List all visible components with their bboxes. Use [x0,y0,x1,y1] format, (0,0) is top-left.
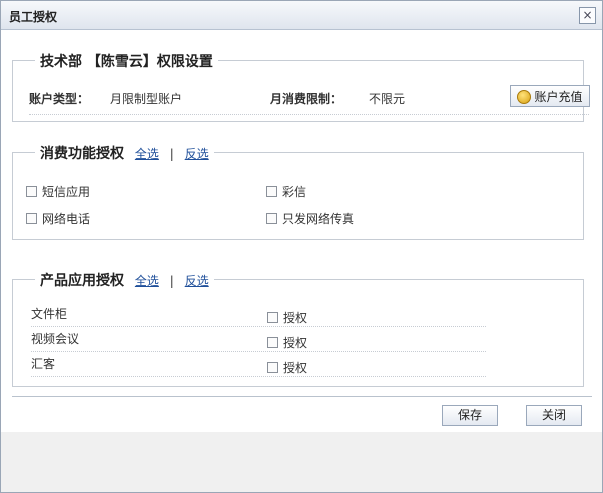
dialog-body: 技术部 【陈雪云】权限设置 账户类型： 月限制型账户 月消费限制： 不限元 账户… [1,31,602,432]
fax-label: 只发网络传真 [282,212,355,226]
account-settings-group: 技术部 【陈雪云】权限设置 账户类型： 月限制型账户 月消费限制： 不限元 账户… [12,51,590,122]
product-row-file-cabinet: 文件柜 授权 [31,303,486,327]
mms-label: 彩信 [282,185,307,199]
product-auth-title: 产品应用授权 [40,273,124,289]
dotted-divider [29,114,589,115]
dialog-title: 员工授权 [9,10,58,24]
product-auth-legend: 产品应用授权 全选 | 反选 [35,270,214,290]
auth-checkbox[interactable] [267,312,278,323]
recharge-button-label: 账户充值 [534,89,583,104]
footer-divider [12,396,592,397]
sms-checkbox[interactable] [26,186,37,197]
consume-auth-group: 消费功能授权 全选 | 反选 短信应用 彩信 网络电话 只发网络传真 [12,143,584,240]
close-button[interactable]: 关闭 [526,405,582,426]
product-auth-group: 产品应用授权 全选 | 反选 文件柜 授权 视频会议 授权 汇客 授权 [12,270,584,387]
link-separator: | [169,274,174,288]
account-type-label: 账户类型： [29,92,90,106]
product-row-video-meeting: 视频会议 授权 [31,328,486,352]
employee-auth-dialog: 员工授权 × 技术部 【陈雪云】权限设置 账户类型： 月限制型账户 月消费限制：… [0,0,603,493]
product-auth-toggle[interactable]: 授权 [267,334,307,351]
product-auth-toggle[interactable]: 授权 [267,359,307,376]
product-select-all-link[interactable]: 全选 [135,274,159,288]
auth-label: 授权 [283,311,308,325]
product-name: 汇客 [31,357,56,371]
consume-item-sms[interactable]: 短信应用 [26,183,90,200]
account-settings-legend: 技术部 【陈雪云】权限设置 [35,51,218,71]
save-button[interactable]: 保存 [442,405,498,426]
monthly-limit-label: 月消费限制： [270,92,343,106]
link-separator: | [169,147,174,161]
auth-checkbox[interactable] [267,337,278,348]
voip-checkbox[interactable] [26,213,37,224]
consume-item-mms[interactable]: 彩信 [266,183,306,200]
consume-invert-link[interactable]: 反选 [185,147,209,161]
monthly-limit-value: 不限元 [369,92,406,106]
product-invert-link[interactable]: 反选 [185,274,209,288]
consume-item-fax[interactable]: 只发网络传真 [266,210,354,227]
account-type-value: 月限制型账户 [110,92,183,106]
recharge-button[interactable]: 账户充值 [510,85,590,107]
fax-checkbox[interactable] [266,213,277,224]
auth-label: 授权 [283,361,308,375]
sms-label: 短信应用 [42,185,91,199]
consume-select-all-link[interactable]: 全选 [135,147,159,161]
consume-auth-title: 消费功能授权 [40,146,124,162]
coins-icon [517,89,532,104]
dialog-bottom-area [1,432,602,492]
auth-checkbox[interactable] [267,362,278,373]
consume-item-voip[interactable]: 网络电话 [26,210,90,227]
consume-auth-legend: 消费功能授权 全选 | 反选 [35,143,214,163]
dialog-titlebar: 员工授权 × [1,1,602,30]
voip-label: 网络电话 [42,212,91,226]
product-name: 视频会议 [31,332,80,346]
product-row-huike: 汇客 授权 [31,353,486,377]
auth-label: 授权 [283,336,308,350]
product-name: 文件柜 [31,307,68,321]
product-auth-toggle[interactable]: 授权 [267,309,307,326]
close-icon[interactable]: × [579,7,596,24]
mms-checkbox[interactable] [266,186,277,197]
